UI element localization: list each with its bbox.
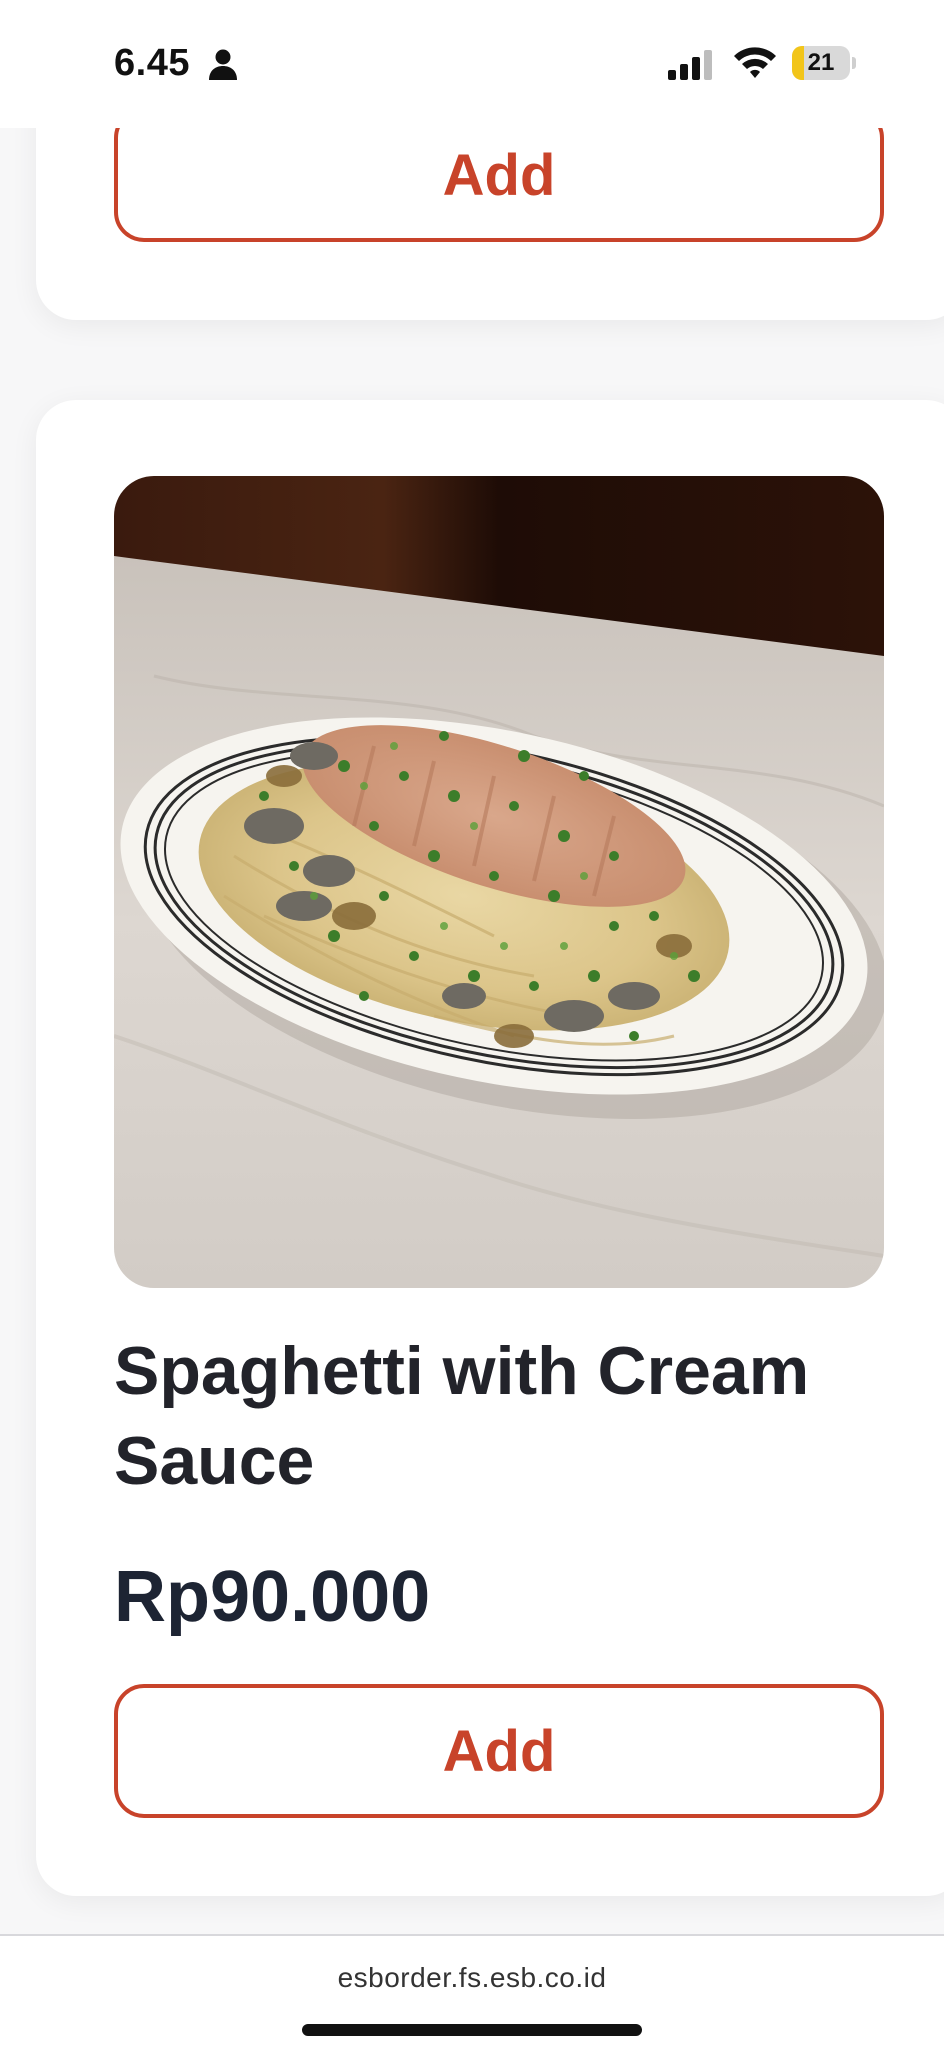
status-time: 6.45 [114, 42, 190, 84]
signal-icon [668, 50, 712, 80]
url-text[interactable]: esborder.fs.esb.co.id [0, 1962, 944, 1994]
add-button[interactable]: Add [114, 1684, 884, 1818]
battery-level: 21 [807, 49, 835, 76]
status-bar: 6.45 21 [0, 0, 944, 128]
wifi-icon [734, 47, 776, 78]
person-icon [209, 49, 237, 80]
product-name: Spaghetti with Cream Sauce [114, 1333, 810, 1499]
add-button-previous[interactable]: Add [114, 108, 884, 242]
home-indicator[interactable] [302, 2024, 642, 2036]
product-image [114, 476, 884, 1288]
battery-icon: 21 [792, 46, 856, 80]
spaghetti-photo [114, 476, 884, 1288]
product-price: Rp90.000 [114, 1557, 431, 1637]
browser-url-bar[interactable]: esborder.fs.esb.co.id [0, 1934, 944, 2048]
